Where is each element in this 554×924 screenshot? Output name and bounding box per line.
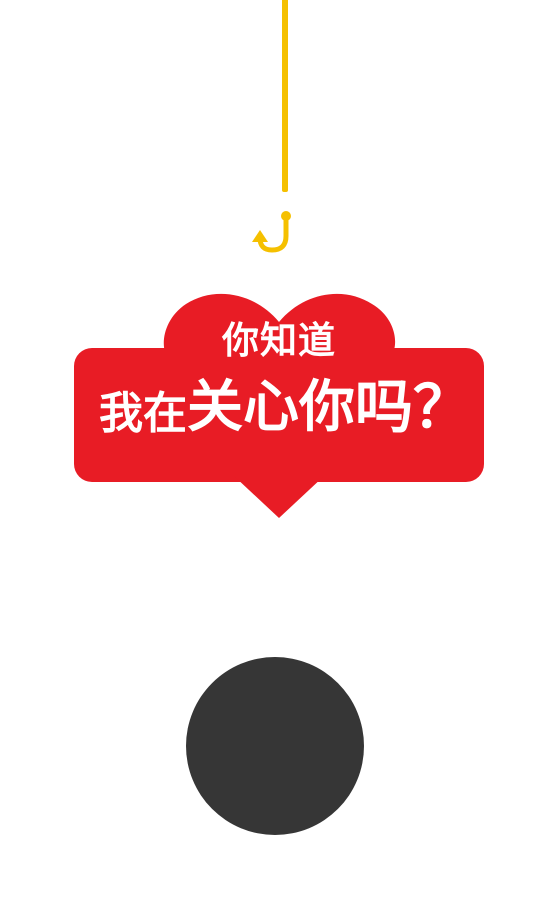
badge-line-1: 你知道 xyxy=(222,319,336,362)
badge-text-woza: 我在 xyxy=(98,388,187,439)
badge-text-ma: 吗？ xyxy=(354,373,471,441)
fishing-line xyxy=(282,0,288,192)
badge-text-guanxinni: 关心你 xyxy=(186,375,355,440)
heart-badge: 你知道 我在 关心你 吗？ xyxy=(74,286,484,522)
ball-icon[interactable] xyxy=(186,657,364,835)
badge-line-2: 我在 关心你 吗？ xyxy=(90,378,480,436)
fishing-hook-icon xyxy=(248,206,296,258)
